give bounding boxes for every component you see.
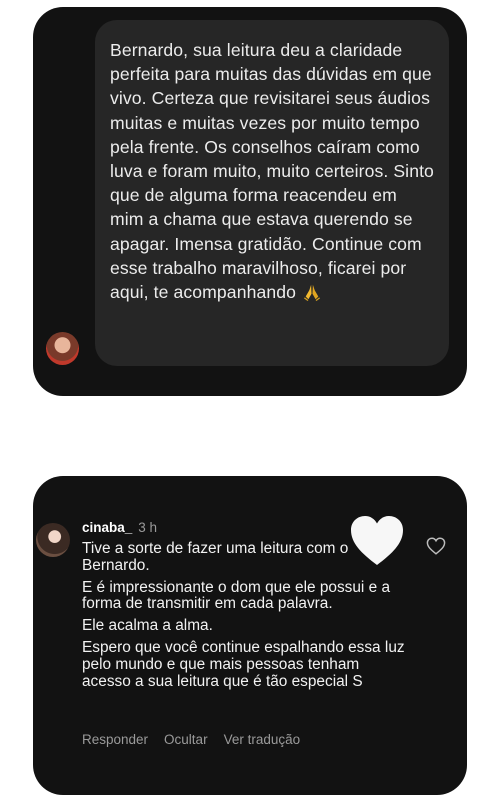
message-bubble[interactable]: Bernardo, sua leitura deu a claridade pe… [95, 20, 449, 366]
heart-outline-icon[interactable] [426, 537, 446, 555]
commenter-avatar[interactable] [36, 523, 70, 557]
message-text: Bernardo, sua leitura deu a claridade pe… [110, 40, 434, 303]
hide-button[interactable]: Ocultar [164, 732, 208, 747]
translate-button[interactable]: Ver tradução [224, 732, 301, 747]
comment-paragraph: Ele acalma a alma. [82, 617, 213, 635]
comment-username[interactable]: cinaba_ [82, 520, 132, 535]
white-heart-icon [351, 516, 403, 565]
reply-button[interactable]: Responder [82, 732, 148, 747]
comment-timestamp: 3 h [138, 520, 158, 535]
comment-paragraph: E é impressionante o dom que ele possui … [82, 578, 391, 613]
praying-hands-icon [303, 284, 321, 302]
comment-header: cinaba_ 3 h [82, 520, 157, 536]
comment-paragraph: Espero que você continue espalhando essa… [82, 638, 405, 690]
comment-actions: Responder Ocultar Ver tradução [82, 732, 316, 747]
sender-avatar[interactable] [46, 332, 79, 365]
